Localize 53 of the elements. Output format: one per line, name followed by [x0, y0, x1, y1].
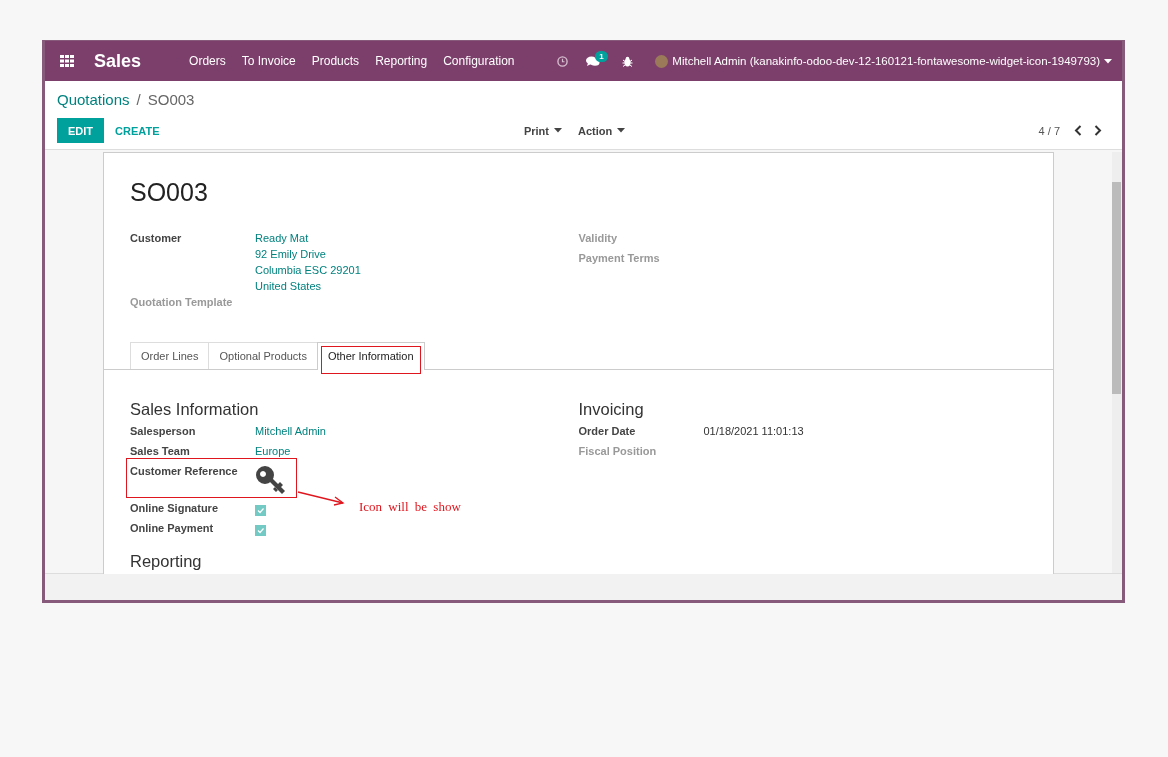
message-count-badge: 1 — [595, 50, 608, 62]
key-icon — [255, 465, 287, 495]
section-heading: Reporting — [129, 551, 203, 572]
breadcrumb-separator: / — [136, 91, 141, 108]
user-avatar — [655, 54, 669, 68]
scrollbar-thumb[interactable] — [1112, 182, 1121, 394]
app-name: Sales — [94, 50, 142, 72]
menu-item[interactable]: Products — [303, 54, 368, 68]
apps-menu-icon[interactable] — [60, 55, 74, 67]
chevron-left-icon — [1074, 125, 1082, 136]
address-line[interactable]: Columbia ESC 29201 — [255, 264, 579, 276]
clock-icon[interactable] — [557, 55, 569, 67]
breadcrumb-current: SO003 — [147, 91, 195, 108]
chevron-right-icon — [1094, 125, 1102, 136]
section-heading: Invoicing — [578, 399, 645, 420]
tab[interactable]: Order Lines — [130, 342, 210, 369]
caret-icon[interactable] — [1104, 58, 1112, 64]
field-label: Customer — [130, 232, 183, 246]
field-link[interactable]: Mitchell Admin — [255, 425, 579, 445]
annotation-arrow — [297, 491, 345, 507]
field-label: Sales Team — [130, 445, 191, 459]
caret-icon — [553, 128, 562, 133]
field-label: Salesperson — [130, 425, 197, 439]
menu-item[interactable]: Reporting — [367, 54, 436, 68]
scrollbar[interactable] — [1112, 152, 1122, 573]
bug-icon[interactable] — [622, 55, 634, 67]
caret-icon — [617, 128, 626, 133]
address-line[interactable]: United States — [255, 280, 579, 292]
pager-value: 4 / 7 — [1038, 124, 1060, 137]
menu-item[interactable]: To Invoice — [233, 54, 304, 68]
field-label: Order Date — [578, 425, 637, 439]
field-label: Validity — [578, 232, 619, 246]
menu-item[interactable]: Orders — [181, 54, 234, 68]
field-label: Payment Terms — [578, 252, 661, 266]
user-menu[interactable]: Mitchell Admin (kanakinfo-odoo-dev-12-160121-fontawesome-widget-icon-1949793) — [672, 55, 1100, 67]
dropdown-button[interactable]: Action — [571, 118, 632, 143]
field-label: Online Payment — [130, 522, 215, 536]
section-heading: Sales Information — [130, 399, 260, 420]
checkbox[interactable] — [255, 505, 266, 516]
field-label: Fiscal Position — [578, 445, 658, 459]
field-label: Customer Reference — [130, 465, 239, 479]
checkbox[interactable] — [255, 525, 266, 536]
field-label: Online Signature — [130, 502, 219, 516]
address-line[interactable]: 92 Emily Drive — [255, 248, 579, 260]
record-title: SO003 — [130, 177, 209, 207]
dropdown-button[interactable]: Print — [517, 118, 568, 143]
breadcrumb-link[interactable]: Quotations — [57, 91, 130, 108]
field-value: 01/18/2021 11:01:13 — [703, 425, 805, 439]
annotation-text: Icon will be show — [359, 499, 461, 515]
menu-item[interactable]: Configuration — [435, 54, 523, 68]
address-line[interactable]: Ready Mat — [255, 232, 579, 244]
field-label: Quotation Template — [130, 296, 234, 310]
field-link[interactable]: Europe — [255, 445, 579, 465]
